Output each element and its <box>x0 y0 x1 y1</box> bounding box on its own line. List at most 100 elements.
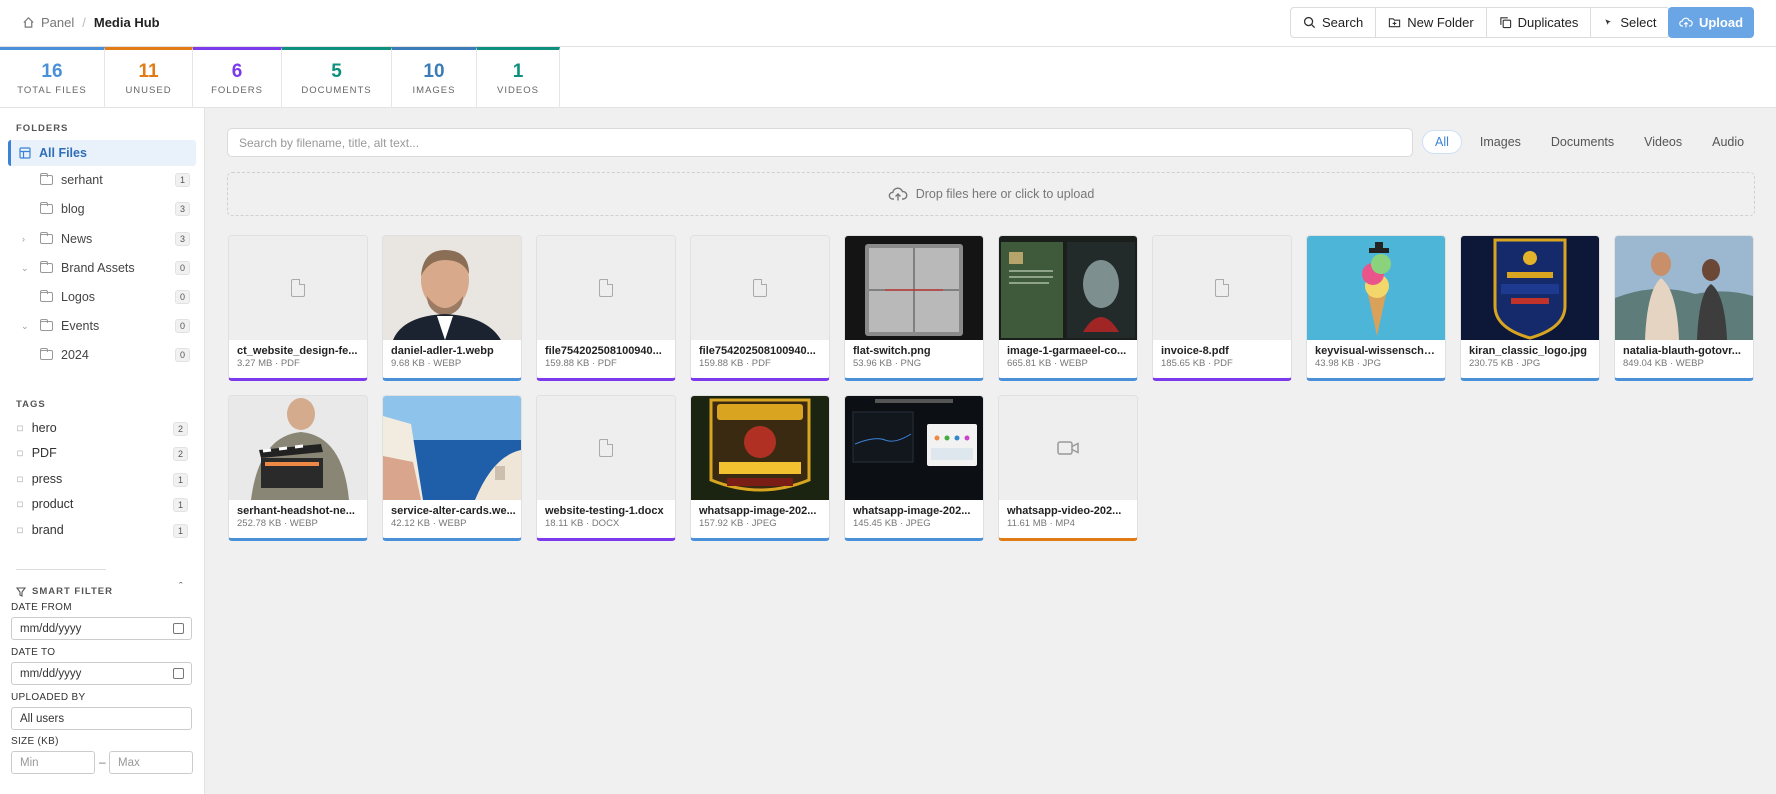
size-label: SIZE (KB) <box>11 736 59 747</box>
duplicates-button[interactable]: Duplicates <box>1487 8 1592 37</box>
file-card[interactable]: file754202508100940... 159.88 KB · PDF <box>690 235 830 381</box>
file-card[interactable]: ct_website_design-fe... 3.27 MB · PDF <box>228 235 368 381</box>
sidebar-folder-events[interactable]: ⌄ Events 0 <box>8 313 196 339</box>
stat-value: 1 <box>512 61 524 82</box>
toolbar: Search New Folder Duplicates Select <box>1290 7 1670 38</box>
file-card[interactable]: serhant-headshot-ne... 252.78 KB · WEBP <box>228 395 368 541</box>
stat-label: IMAGES <box>412 85 456 96</box>
stat-label: DOCUMENTS <box>301 85 372 96</box>
upload-dropzone[interactable]: Drop files here or click to upload <box>227 172 1755 216</box>
stat-videos[interactable]: 1 VIDEOS <box>477 47 560 108</box>
file-thumbnail[interactable] <box>1153 236 1291 340</box>
file-card[interactable]: whatsapp-video-202... 11.61 MB · MP4 <box>998 395 1138 541</box>
file-thumbnail[interactable] <box>1615 236 1753 340</box>
stat-value: 16 <box>41 61 63 82</box>
file-thumbnail[interactable] <box>537 236 675 340</box>
upload-button[interactable]: Upload <box>1668 7 1754 38</box>
file-name: file754202508100940... <box>699 345 816 357</box>
date-from-input[interactable]: mm/dd/yyyy <box>11 617 192 640</box>
smart-filter-header[interactable]: SMART FILTER <box>16 586 113 597</box>
new-folder-button[interactable]: New Folder <box>1376 8 1487 37</box>
file-thumbnail[interactable] <box>691 396 829 500</box>
file-thumbnail[interactable] <box>383 396 521 500</box>
file-card[interactable]: keyvisual-wissenschaf... 43.98 KB · JPG <box>1306 235 1446 381</box>
file-card[interactable]: image-1-garmaeel-co... 665.81 KB · WEBP <box>998 235 1138 381</box>
file-thumbnail[interactable] <box>383 236 521 340</box>
file-card[interactable]: file754202508100940... 159.88 KB · PDF <box>536 235 676 381</box>
tag-product[interactable]: ◇ product 1 <box>13 493 188 515</box>
search-input[interactable]: Search by filename, title, alt text... <box>227 128 1413 157</box>
file-thumbnail[interactable] <box>1307 236 1445 340</box>
file-thumbnail[interactable] <box>999 236 1137 340</box>
filter-documents[interactable]: Documents <box>1539 131 1626 153</box>
tag-press[interactable]: ◇ press 1 <box>13 468 188 490</box>
tag-count: 2 <box>172 447 188 461</box>
upload-button-label: Upload <box>1698 15 1744 30</box>
main-content: Search by filename, title, alt text... A… <box>205 108 1776 794</box>
filter-videos[interactable]: Videos <box>1632 131 1694 153</box>
sidebar-folder-logos[interactable]: Logos 0 <box>8 284 196 310</box>
stat-documents[interactable]: 5 DOCUMENTS <box>282 47 392 108</box>
file-meta: 849.04 KB · WEBP <box>1623 358 1704 369</box>
calendar-icon[interactable] <box>173 668 184 679</box>
chevron-down-icon[interactable]: ⌄ <box>21 321 29 332</box>
tag-icon: ◇ <box>13 472 27 486</box>
tag-pdf[interactable]: ◇ PDF 2 <box>13 442 188 464</box>
chevron-down-icon[interactable]: ⌄ <box>21 263 29 274</box>
file-thumbnail[interactable] <box>845 396 983 500</box>
date-to-input[interactable]: mm/dd/yyyy <box>11 662 192 685</box>
sidebar-folder-blog[interactable]: blog 3 <box>8 196 196 222</box>
sidebar-folder-2024[interactable]: 2024 0 <box>8 342 196 368</box>
filter-audio[interactable]: Audio <box>1700 131 1756 153</box>
search-button[interactable]: Search <box>1291 8 1377 37</box>
size-max-input[interactable]: Max <box>109 751 193 774</box>
file-card[interactable]: natalia-blauth-gotovr... 849.04 KB · WEBP <box>1614 235 1754 381</box>
file-thumbnail[interactable] <box>537 396 675 500</box>
file-card[interactable]: kiran_classic_logo.jpg 230.75 KB · JPG <box>1460 235 1600 381</box>
uploaded-by-select[interactable]: All users <box>11 707 192 730</box>
file-thumbnail[interactable] <box>1461 236 1599 340</box>
home-icon[interactable] <box>22 16 35 29</box>
filter-images[interactable]: Images <box>1468 131 1533 153</box>
tag-icon: ◇ <box>13 523 27 537</box>
file-card[interactable]: invoice-8.pdf 185.65 KB · PDF <box>1152 235 1292 381</box>
stat-unused[interactable]: 11 UNUSED <box>105 47 193 108</box>
file-meta: 145.45 KB · JPEG <box>853 518 931 529</box>
folders-heading: FOLDERS <box>16 123 69 134</box>
sidebar-item-all-files[interactable]: All Files <box>8 140 196 166</box>
file-card[interactable]: flat-switch.png 53.96 KB · PNG <box>844 235 984 381</box>
file-thumbnail[interactable] <box>691 236 829 340</box>
file-thumbnail[interactable] <box>229 236 367 340</box>
file-thumbnail[interactable] <box>999 396 1137 500</box>
select-button[interactable]: Select <box>1591 8 1668 37</box>
sidebar-folder-serhant[interactable]: serhant 1 <box>8 167 196 193</box>
size-min-input[interactable]: Min <box>11 751 95 774</box>
file-card[interactable]: daniel-adler-1.webp 9.68 KB · WEBP <box>382 235 522 381</box>
file-card[interactable]: service-alter-cards.we... 42.12 KB · WEBP <box>382 395 522 541</box>
document-icon <box>291 279 305 297</box>
tag-brand[interactable]: ◇ brand 1 <box>13 519 188 541</box>
chevron-right-icon[interactable]: › <box>22 234 25 244</box>
stat-folders[interactable]: 6 FOLDERS <box>193 47 282 108</box>
filter-all[interactable]: All <box>1422 130 1462 154</box>
folder-icon <box>40 232 53 244</box>
file-card[interactable]: whatsapp-image-202... 145.45 KB · JPEG <box>844 395 984 541</box>
file-thumbnail[interactable] <box>845 236 983 340</box>
file-name: service-alter-cards.we... <box>391 505 516 517</box>
chevron-up-icon[interactable]: ˆ <box>179 581 183 593</box>
sidebar-folder-news[interactable]: › News 3 <box>8 226 196 252</box>
stat-images[interactable]: 10 IMAGES <box>392 47 477 108</box>
tag-hero[interactable]: ◇ hero 2 <box>13 417 188 439</box>
breadcrumb-home[interactable]: Panel <box>41 15 74 30</box>
file-name: daniel-adler-1.webp <box>391 345 494 357</box>
file-card[interactable]: website-testing-1.docx 18.11 KB · DOCX <box>536 395 676 541</box>
sidebar-folder-brand-assets[interactable]: ⌄ Brand Assets 0 <box>8 255 196 281</box>
portrait-image <box>383 236 521 340</box>
calendar-icon[interactable] <box>173 623 184 634</box>
filter-icon <box>16 586 26 597</box>
stat-total-files[interactable]: 16 TOTAL FILES <box>0 47 105 108</box>
stat-label: VIDEOS <box>497 85 539 96</box>
book-cover-image <box>999 236 1137 340</box>
file-card[interactable]: whatsapp-image-202... 157.92 KB · JPEG <box>690 395 830 541</box>
file-thumbnail[interactable] <box>229 396 367 500</box>
